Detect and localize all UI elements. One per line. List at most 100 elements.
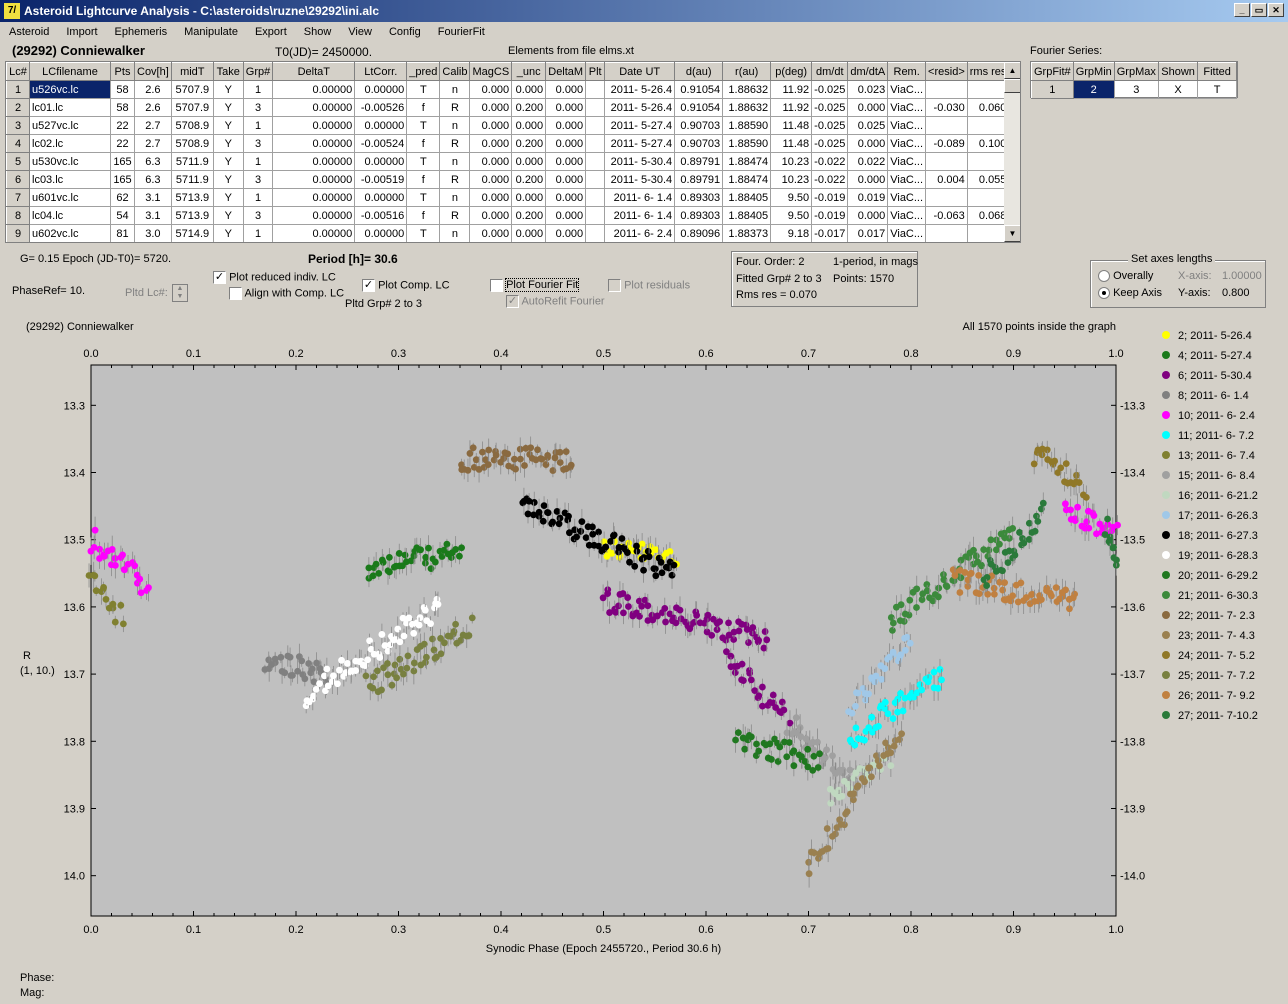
table-cell[interactable] <box>585 206 606 225</box>
table-cell[interactable]: 2011- 5-26.4 <box>604 80 676 99</box>
table-cell[interactable]: ViaC... <box>887 152 927 171</box>
table-cell[interactable]: 9.18 <box>770 224 813 242</box>
table-cell[interactable]: 5713.9 <box>170 188 214 207</box>
table-cell[interactable]: ViaC... <box>887 80 927 99</box>
table-cell[interactable]: Y <box>212 152 244 171</box>
table-cell[interactable]: n <box>439 152 471 171</box>
table-cell[interactable]: -0.00526 <box>354 98 408 117</box>
table-row[interactable]: 4 lc02.lc 22 2.7 5708.9 Y 3 0.00000 -0.00524 f R 0.… <box>6 134 1010 153</box>
table-cell[interactable]: 1 <box>242 116 274 135</box>
table-cell[interactable]: Y <box>212 224 244 242</box>
lightcurve-chart[interactable]: (29292) Conniewalker All 1570 points insi… <box>18 316 1280 968</box>
table-cell[interactable]: -0.017 <box>811 224 849 242</box>
menu-manipulate[interactable]: Manipulate <box>175 24 246 42</box>
fourier-row[interactable]: 123XT <box>1031 80 1237 99</box>
table-cell[interactable]: 0.00000 <box>272 188 356 207</box>
table-cell[interactable]: 2011- 5-30.4 <box>604 152 676 171</box>
table-cell[interactable]: -0.022 <box>811 170 849 189</box>
table-cell[interactable]: 0.000 <box>545 224 587 242</box>
table-cell[interactable]: 2.7 <box>134 116 172 135</box>
table-cell[interactable]: -0.089 <box>925 134 968 153</box>
table-cell[interactable]: T <box>406 152 441 171</box>
table-cell[interactable]: 0.91054 <box>674 80 724 99</box>
column-header[interactable]: dm/dtA <box>847 62 889 81</box>
table-cell[interactable]: 5713.9 <box>170 206 214 225</box>
table-cell[interactable]: lc02.lc <box>29 134 111 153</box>
table-cell[interactable]: 11.48 <box>770 134 813 153</box>
table-cell[interactable]: 1 <box>242 188 274 207</box>
table-cell[interactable]: 0.060 <box>966 98 1010 117</box>
table-cell[interactable]: 1 <box>242 80 274 99</box>
column-header[interactable]: DeltaT <box>272 62 356 81</box>
table-cell[interactable]: 2.7 <box>134 134 172 153</box>
table-cell[interactable]: ViaC... <box>887 98 927 117</box>
table-cell[interactable]: 0.055 <box>966 170 1010 189</box>
menu-show[interactable]: Show <box>295 24 340 42</box>
table-cell[interactable] <box>966 152 1010 171</box>
menu-fourierfit[interactable]: FourierFit <box>429 24 493 42</box>
table-cell[interactable]: 5707.9 <box>170 80 214 99</box>
column-header[interactable]: dm/dt <box>811 62 849 81</box>
table-cell[interactable]: 5714.9 <box>170 224 214 242</box>
table-cell[interactable] <box>925 152 968 171</box>
table-cell[interactable]: u602vc.lc <box>29 224 111 242</box>
table-cell[interactable]: f <box>406 170 441 189</box>
lightcurve-plot-panel[interactable]: (29292) Conniewalker All 1570 points insi… <box>18 316 1280 968</box>
fourier-column-header[interactable]: GrpMin <box>1072 62 1115 81</box>
table-cell[interactable]: 0.000 <box>511 188 547 207</box>
table-cell[interactable]: n <box>439 224 471 242</box>
table-cell[interactable]: 3.0 <box>134 224 172 242</box>
table-cell[interactable]: 1.88590 <box>722 134 772 153</box>
table-cell[interactable]: 0.017 <box>847 224 889 242</box>
table-row[interactable]: 7 u601vc.lc 62 3.1 5713.9 Y 1 0.00000 0.00000 Tn 0… <box>6 188 1010 207</box>
table-cell[interactable]: 54 <box>110 206 135 225</box>
table-cell[interactable]: 0.000 <box>545 80 587 99</box>
table-cell[interactable]: 0.00000 <box>272 152 356 171</box>
column-header[interactable]: Calib <box>439 62 471 81</box>
lc-table[interactable]: Lc# LCfilename Pts Cov[h] midT Take Grp# DeltaT… <box>5 61 1021 243</box>
table-cell[interactable]: T <box>406 116 441 135</box>
table-cell[interactable]: 0.000 <box>545 134 587 153</box>
table-cell[interactable]: 0.000 <box>545 188 587 207</box>
table-cell[interactable] <box>585 134 606 153</box>
table-cell[interactable]: 0.200 <box>511 206 547 225</box>
scroll-down-icon[interactable]: ▼ <box>1004 225 1020 242</box>
menu-export[interactable]: Export <box>246 24 295 42</box>
table-cell[interactable]: 1.88405 <box>722 206 772 225</box>
table-cell[interactable]: lc01.lc <box>29 98 111 117</box>
table-cell[interactable] <box>966 80 1010 99</box>
table-cell[interactable]: 10.23 <box>770 152 813 171</box>
table-cell[interactable]: 2011- 5-27.4 <box>604 116 676 135</box>
table-cell[interactable]: 7 <box>6 188 30 207</box>
table-cell[interactable]: R <box>439 170 471 189</box>
table-cell[interactable]: -0.00516 <box>354 206 408 225</box>
table-cell[interactable]: 0.00000 <box>272 80 356 99</box>
scroll-up-icon[interactable]: ▲ <box>1004 62 1020 79</box>
table-cell[interactable]: 1.88632 <box>722 80 772 99</box>
column-header[interactable]: midT <box>170 62 214 81</box>
fourier-cell[interactable]: 1 <box>1031 80 1074 99</box>
table-cell[interactable]: 0.000 <box>545 206 587 225</box>
table-cell[interactable]: 1 <box>242 224 274 242</box>
table-cell[interactable]: 2.6 <box>134 80 172 99</box>
fourier-cell[interactable]: X <box>1157 80 1199 99</box>
table-cell[interactable]: -0.025 <box>811 98 849 117</box>
table-cell[interactable]: 0.000 <box>847 98 889 117</box>
table-cell[interactable]: -0.025 <box>811 116 849 135</box>
table-cell[interactable]: 0.00000 <box>272 170 356 189</box>
table-cell[interactable]: -0.063 <box>925 206 968 225</box>
plot-reduced-checkbox[interactable]: ✓ Plot reduced indiv. LC <box>213 271 336 284</box>
table-cell[interactable]: ViaC... <box>887 206 927 225</box>
table-cell[interactable]: 0.00000 <box>354 80 408 99</box>
table-cell[interactable]: 0.00000 <box>272 116 356 135</box>
column-header[interactable]: Lc# <box>6 62 30 81</box>
table-cell[interactable]: lc04.lc <box>29 206 111 225</box>
table-cell[interactable]: ViaC... <box>887 170 927 189</box>
table-cell[interactable]: R <box>439 98 471 117</box>
table-cell[interactable]: T <box>406 224 441 242</box>
table-cell[interactable]: 0.000 <box>469 152 513 171</box>
table-cell[interactable]: 5708.9 <box>170 134 214 153</box>
column-header[interactable]: d(au) <box>674 62 724 81</box>
table-cell[interactable] <box>925 80 968 99</box>
table-cell[interactable]: ViaC... <box>887 134 927 153</box>
